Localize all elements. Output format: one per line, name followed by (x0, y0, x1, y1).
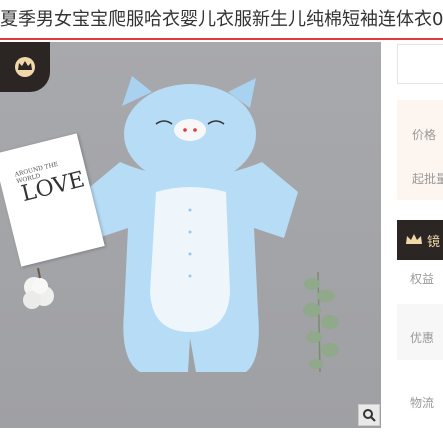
product-info-panel: 价格 起批量 镜 权益 优惠 物流 (381, 42, 443, 435)
romper-garment (84, 76, 298, 372)
crown-logo-icon (406, 234, 422, 244)
coupon-section[interactable]: 优惠 (397, 304, 443, 360)
zoom-button[interactable] (358, 404, 380, 426)
shop-name: 镜 (427, 234, 441, 250)
wholesale-label: 起批量 (412, 172, 443, 186)
price-section: 价格 起批量 (397, 100, 443, 200)
price-label: 价格 (412, 128, 437, 142)
benefit-label: 权益 (410, 272, 435, 286)
product-title: 夏季男女宝宝爬服哈衣婴儿衣服新生儿纯棉短袖连体衣0 (0, 9, 443, 30)
search-input[interactable] (397, 44, 443, 84)
shop-row[interactable]: 镜 (397, 220, 443, 260)
crown-logo-icon (15, 57, 35, 77)
search-icon (363, 409, 376, 422)
coupon-label: 优惠 (410, 331, 435, 345)
title-bar: 夏季男女宝宝爬服哈衣婴儿衣服新生儿纯棉短袖连体衣0 (0, 0, 443, 40)
product-main-image[interactable]: AROUND THE WORLD LOVE (0, 42, 381, 428)
leaf-decoration (303, 271, 339, 373)
logistics-label: 物流 (410, 396, 435, 410)
shop-logo-badge[interactable] (0, 42, 50, 92)
